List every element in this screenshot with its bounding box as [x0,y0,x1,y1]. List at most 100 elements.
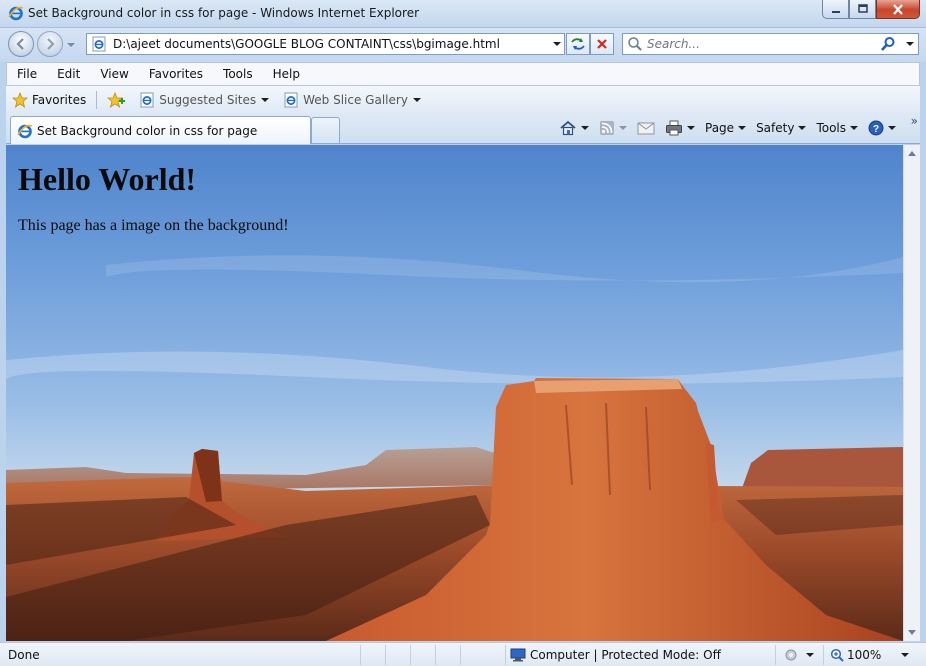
favorites-separator [96,91,98,109]
chevron-down-icon[interactable] [261,98,270,102]
stop-button[interactable] [590,33,614,55]
status-divider [775,645,776,665]
new-tab-button[interactable] [311,117,340,143]
favorites-link-label: Web Slice Gallery [303,93,408,107]
scroll-up-arrow-icon[interactable] [908,151,916,156]
chevron-down-icon[interactable] [412,98,421,102]
favorites-link-suggested-sites[interactable]: Suggested Sites [135,88,273,112]
chevron-down-icon[interactable] [901,653,910,657]
zoom-control[interactable]: 100% [830,646,910,664]
minimize-button[interactable] [822,0,849,19]
add-to-favorites-bar-button[interactable] [101,88,135,112]
window-title: Set Background color in css for page - W… [28,6,420,20]
status-divider [505,645,506,665]
back-button[interactable] [8,31,34,57]
refresh-button[interactable] [566,33,590,55]
search-box[interactable] [622,33,919,55]
ie-page-icon [140,92,154,108]
page-menu-label: Page [705,121,735,135]
zoom-level: 100% [847,648,882,662]
print-button[interactable] [660,116,700,140]
read-mail-button[interactable] [632,116,660,140]
feeds-icon [600,121,614,135]
status-divider [360,645,361,665]
menu-file[interactable]: File [7,63,47,85]
favorites-link-label: Suggested Sites [159,93,257,107]
ie-page-icon [284,92,298,108]
star-icon [12,92,28,108]
url-text[interactable]: D:\ajeet documents\GOOGLE BLOG CONTAINT\… [113,37,550,51]
chevron-down-icon [738,126,747,130]
protected-mode-button[interactable] [783,647,814,663]
computer-icon [510,648,526,662]
search-provider-icon [628,37,642,51]
zoom-icon [830,648,844,662]
help-button[interactable]: ? [863,116,901,140]
favorites-bar: Favorites Suggested Sites Web Slice Gall… [6,86,920,114]
status-divider [410,645,411,665]
security-zone[interactable]: Computer | Protected Mode: Off [510,646,721,664]
title-bar: Set Background color in css for page - W… [0,0,926,28]
arrow-right-icon [47,38,55,50]
page-content: Hello World! This page has a image on th… [6,145,903,641]
favorites-label: Favorites [32,93,87,107]
add-favorite-icon [107,92,126,108]
chevron-down-icon[interactable] [888,126,897,130]
search-icon[interactable] [880,36,896,52]
page-paragraph: This page has a image on the background! [18,217,289,234]
ie-page-icon [92,36,106,52]
chevron-down-icon[interactable] [619,126,627,130]
menu-help[interactable]: Help [263,63,310,85]
tab-title: Set Background color in css for page [37,123,258,138]
close-window-button[interactable] [876,0,920,19]
feeds-button[interactable] [594,116,632,140]
scroll-down-arrow-icon[interactable] [908,630,916,635]
address-dropdown-button[interactable] [550,34,564,54]
chevron-down-icon [806,653,814,657]
vertical-scrollbar[interactable] [903,145,920,641]
refresh-icon [571,38,585,50]
settings-icon [785,649,797,661]
print-icon [666,120,682,136]
window-controls [822,0,920,19]
recent-pages-dropdown-icon[interactable] [67,41,75,49]
status-divider [823,645,824,665]
menu-favorites[interactable]: Favorites [139,63,213,85]
menu-edit[interactable]: Edit [47,63,90,85]
maximize-button[interactable] [849,0,876,19]
close-icon [893,3,903,15]
tools-menu-label: Tools [816,121,847,135]
chevron-down-icon[interactable] [581,126,589,130]
chevron-down-icon [798,126,807,130]
security-zone-label: Computer | Protected Mode: Off [530,648,721,662]
chevron-down-icon [553,42,561,46]
menu-tools[interactable]: Tools [213,63,263,85]
page-menu-button[interactable]: Page [700,116,751,140]
svg-text:?: ? [873,124,879,135]
status-bar: Done Computer | Protected Mode: Off 100% [0,642,926,666]
favorites-button[interactable]: Favorites [6,88,92,112]
safety-menu-button[interactable]: Safety [751,116,811,140]
status-divider [460,645,461,665]
read-mail-icon [637,122,655,135]
menu-bar: File Edit View Favorites Tools Help [6,62,920,86]
favorites-link-web-slice-gallery[interactable]: Web Slice Gallery [279,88,425,112]
status-divider [435,645,436,665]
help-icon: ? [868,120,884,136]
menu-view[interactable]: View [90,63,138,85]
arrow-left-icon [16,38,24,50]
search-input[interactable] [647,37,877,51]
home-icon [560,120,576,136]
home-button[interactable] [554,116,594,140]
chevron-down-icon[interactable] [687,126,695,130]
toolbar-overflow-icon[interactable]: » [911,114,918,128]
forward-button[interactable] [37,31,63,57]
navigation-bar: D:\ajeet documents\GOOGLE BLOG CONTAINT\… [0,28,926,62]
search-options-dropdown-icon[interactable] [906,40,914,48]
tools-menu-button[interactable]: Tools [811,116,863,140]
tab-active[interactable]: Set Background color in css for page [10,116,311,144]
address-bar[interactable]: D:\ajeet documents\GOOGLE BLOG CONTAINT\… [86,33,565,55]
tab-row: Set Background color in css for page Pag… [6,114,920,144]
stop-icon [597,39,607,49]
ie-logo-icon [17,124,33,138]
